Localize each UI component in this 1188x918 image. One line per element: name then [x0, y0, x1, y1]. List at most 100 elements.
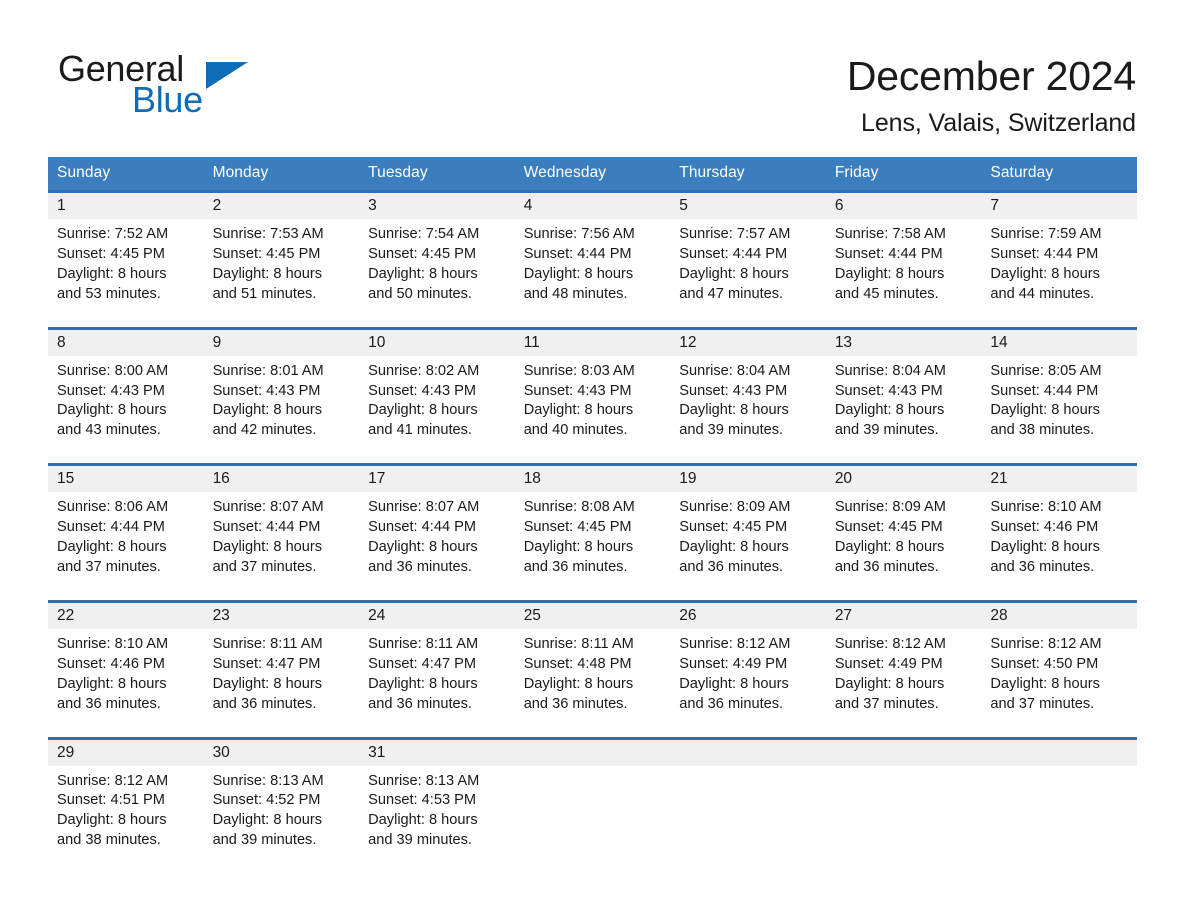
calendar-day-cell[interactable]: 10 Sunrise: 8:02 AM Sunset: 4:43 PM Dayligh… — [359, 326, 515, 442]
calendar-day-cell[interactable]: 22 Sunrise: 8:10 AM Sunset: 4:46 PM Dayligh… — [48, 599, 204, 715]
daylight-text-line1: Daylight: 8 hours — [523, 539, 634, 556]
day-details: Sunrise: 8:12 AM Sunset: 4:50 PM Daylight:… — [981, 629, 1137, 715]
sunset-text: Sunset: 4:44 PM — [990, 245, 1099, 262]
daylight-text-line1: Daylight: 8 hours — [212, 402, 323, 419]
daylight-text-line1: Daylight: 8 hours — [212, 812, 323, 829]
day-number: 26 — [670, 602, 826, 629]
sunset-text: Sunset: 4:44 PM — [834, 245, 943, 262]
sunrise-text: Sunrise: 7:53 AM — [212, 226, 324, 242]
weekday-header-wednesday: Wednesday — [514, 157, 671, 192]
day-details: Sunrise: 8:11 AM Sunset: 4:47 PM Daylight:… — [359, 629, 515, 715]
calendar-day-cell[interactable]: 5 Sunrise: 7:57 AM Sunset: 4:44 PM Daylight… — [670, 189, 826, 305]
sunrise-text: Sunrise: 8:11 AM — [368, 635, 479, 652]
sunset-text: Sunset: 4:44 PM — [212, 519, 321, 536]
day-details: Sunrise: 8:04 AM Sunset: 4:43 PM Daylight:… — [670, 356, 826, 442]
calendar-day-cell[interactable]: 16 Sunrise: 8:07 AM Sunset: 4:44 PM Dayligh… — [203, 463, 360, 578]
day-number: 28 — [981, 602, 1137, 629]
daylight-text-line2: and 41 minutes. — [368, 422, 472, 439]
sunset-text: Sunset: 4:49 PM — [834, 655, 943, 672]
day-number: 2 — [203, 193, 360, 219]
sunset-text: Sunset: 4:43 PM — [57, 382, 165, 399]
day-number: 29 — [48, 739, 204, 766]
calendar-day-cell[interactable]: 1 Sunrise: 7:52 AM Sunset: 4:45 PM Daylight… — [48, 189, 204, 305]
daylight-text-line2: and 37 minutes. — [212, 558, 317, 575]
sunrise-text: Sunrise: 8:03 AM — [523, 362, 635, 379]
calendar-day-cell[interactable]: 26 Sunrise: 8:12 AM Sunset: 4:49 PM Dayligh… — [670, 599, 826, 715]
daylight-text-line1: Daylight: 8 hours — [834, 675, 945, 692]
daylight-text-line2: and 40 minutes. — [523, 422, 628, 439]
daylight-text-line1: Daylight: 8 hours — [523, 402, 634, 419]
daylight-text-line1: Daylight: 8 hours — [679, 402, 789, 419]
day-number: 24 — [359, 602, 515, 629]
calendar-day-cell[interactable]: 8 Sunrise: 8:00 AM Sunset: 4:43 PM Daylight… — [48, 326, 204, 442]
day-details: Sunrise: 8:02 AM Sunset: 4:43 PM Daylight:… — [359, 356, 515, 442]
daylight-text-line2: and 50 minutes. — [368, 285, 472, 302]
calendar-day-cell[interactable]: 20 Sunrise: 8:09 AM Sunset: 4:45 PM Dayligh… — [825, 463, 982, 578]
sunset-text: Sunset: 4:44 PM — [523, 245, 632, 262]
calendar-day-cell[interactable]: 11 Sunrise: 8:03 AM Sunset: 4:43 PM Dayligh… — [514, 326, 671, 442]
calendar-day-cell[interactable]: 30 Sunrise: 8:13 AM Sunset: 4:52 PM Dayligh… — [203, 736, 360, 852]
day-details: Sunrise: 8:08 AM Sunset: 4:45 PM Daylight:… — [515, 492, 671, 578]
calendar-day-cell[interactable]: 24 Sunrise: 8:11 AM Sunset: 4:47 PM Dayligh… — [359, 599, 515, 715]
calendar-day-cell[interactable]: 31 Sunrise: 8:13 AM Sunset: 4:53 PM Dayligh… — [359, 736, 515, 852]
day-number: 16 — [203, 466, 360, 493]
day-number: 7 — [981, 193, 1137, 219]
daylight-text-line1: Daylight: 8 hours — [368, 812, 478, 829]
sunrise-text: Sunrise: 7:59 AM — [990, 226, 1102, 242]
day-details: Sunrise: 8:09 AM Sunset: 4:45 PM Daylight:… — [826, 492, 982, 578]
calendar-day-cell[interactable]: 19 Sunrise: 8:09 AM Sunset: 4:45 PM Dayligh… — [670, 463, 826, 578]
day-details: Sunrise: 8:11 AM Sunset: 4:47 PM Daylight:… — [204, 629, 360, 715]
calendar-day-cell[interactable]: 12 Sunrise: 8:04 AM Sunset: 4:43 PM Dayligh… — [670, 326, 826, 442]
sunrise-text: Sunrise: 8:08 AM — [523, 499, 635, 516]
daylight-text-line2: and 42 minutes. — [212, 422, 317, 439]
day-number — [981, 739, 1137, 766]
page-title: December 2024 — [846, 53, 1136, 99]
calendar-header-row: Sunday Monday Tuesday Wednesday Thursday… — [48, 157, 1137, 192]
daylight-text-line1: Daylight: 8 hours — [212, 539, 323, 556]
day-number — [825, 739, 982, 766]
calendar-day-cell[interactable]: 27 Sunrise: 8:12 AM Sunset: 4:49 PM Dayligh… — [825, 599, 982, 715]
sunset-text: Sunset: 4:46 PM — [57, 655, 165, 672]
calendar-day-cell[interactable]: 3 Sunrise: 7:54 AM Sunset: 4:45 PM Daylight… — [359, 189, 515, 305]
sunrise-text: Sunrise: 8:12 AM — [679, 635, 791, 652]
day-number: 11 — [514, 329, 671, 356]
week-spacer — [48, 577, 1137, 602]
calendar-day-cell[interactable]: 18 Sunrise: 8:08 AM Sunset: 4:45 PM Dayligh… — [514, 463, 671, 578]
calendar-day-cell[interactable]: 14 Sunrise: 8:05 AM Sunset: 4:44 PM Dayligh… — [981, 326, 1137, 442]
week-spacer — [48, 304, 1137, 329]
day-details: Sunrise: 8:13 AM Sunset: 4:53 PM Daylight:… — [359, 766, 515, 852]
daylight-text-line2: and 44 minutes. — [990, 285, 1095, 302]
daylight-text-line2: and 36 minutes. — [368, 695, 472, 712]
daylight-text-line1: Daylight: 8 hours — [212, 675, 323, 692]
calendar-table: Sunday Monday Tuesday Wednesday Thursday… — [48, 157, 1137, 852]
calendar-day-cell[interactable]: 15 Sunrise: 8:06 AM Sunset: 4:44 PM Dayligh… — [48, 463, 204, 578]
calendar-day-cell[interactable]: 25 Sunrise: 8:11 AM Sunset: 4:48 PM Dayligh… — [514, 599, 671, 715]
calendar-day-cell[interactable]: 21 Sunrise: 8:10 AM Sunset: 4:46 PM Dayligh… — [981, 463, 1137, 578]
day-details: Sunrise: 7:58 AM Sunset: 4:44 PM Daylight:… — [826, 219, 982, 305]
sunrise-text: Sunrise: 8:05 AM — [990, 362, 1102, 379]
daylight-text-line2: and 36 minutes. — [679, 695, 784, 712]
calendar-day-cell[interactable]: 7 Sunrise: 7:59 AM Sunset: 4:44 PM Daylight… — [981, 189, 1137, 305]
calendar-day-cell[interactable]: 4 Sunrise: 7:56 AM Sunset: 4:44 PM Daylight… — [514, 189, 671, 305]
day-details: Sunrise: 8:13 AM Sunset: 4:52 PM Daylight:… — [204, 766, 360, 852]
sunrise-text: Sunrise: 7:58 AM — [834, 226, 946, 242]
calendar-day-cell[interactable]: 2 Sunrise: 7:53 AM Sunset: 4:45 PM Daylight… — [203, 189, 360, 305]
daylight-text-line1: Daylight: 8 hours — [368, 265, 478, 282]
calendar-day-cell[interactable]: 23 Sunrise: 8:11 AM Sunset: 4:47 PM Dayligh… — [203, 599, 360, 715]
sunset-text: Sunset: 4:43 PM — [679, 382, 788, 399]
daylight-text-line2: and 36 minutes. — [212, 695, 317, 712]
calendar-day-cell[interactable]: 17 Sunrise: 8:07 AM Sunset: 4:44 PM Dayligh… — [359, 463, 515, 578]
calendar-day-cell[interactable]: 29 Sunrise: 8:12 AM Sunset: 4:51 PM Dayligh… — [48, 736, 204, 852]
sunrise-text: Sunrise: 8:13 AM — [212, 772, 324, 789]
day-number: 9 — [203, 329, 360, 356]
day-number: 12 — [670, 329, 826, 356]
calendar-day-cell[interactable]: 13 Sunrise: 8:04 AM Sunset: 4:43 PM Dayligh… — [825, 326, 982, 442]
calendar-day-cell[interactable]: 28 Sunrise: 8:12 AM Sunset: 4:50 PM Dayligh… — [981, 599, 1137, 715]
calendar-day-cell[interactable]: 6 Sunrise: 7:58 AM Sunset: 4:44 PM Daylight… — [825, 189, 982, 305]
sunrise-text: Sunrise: 8:09 AM — [834, 499, 946, 516]
sunrise-text: Sunrise: 7:54 AM — [368, 226, 480, 242]
weekday-header-saturday: Saturday — [981, 157, 1137, 192]
calendar-day-cell-empty — [514, 736, 671, 852]
calendar-day-cell[interactable]: 9 Sunrise: 8:01 AM Sunset: 4:43 PM Daylight… — [203, 326, 360, 442]
daylight-text-line2: and 37 minutes. — [990, 695, 1095, 712]
